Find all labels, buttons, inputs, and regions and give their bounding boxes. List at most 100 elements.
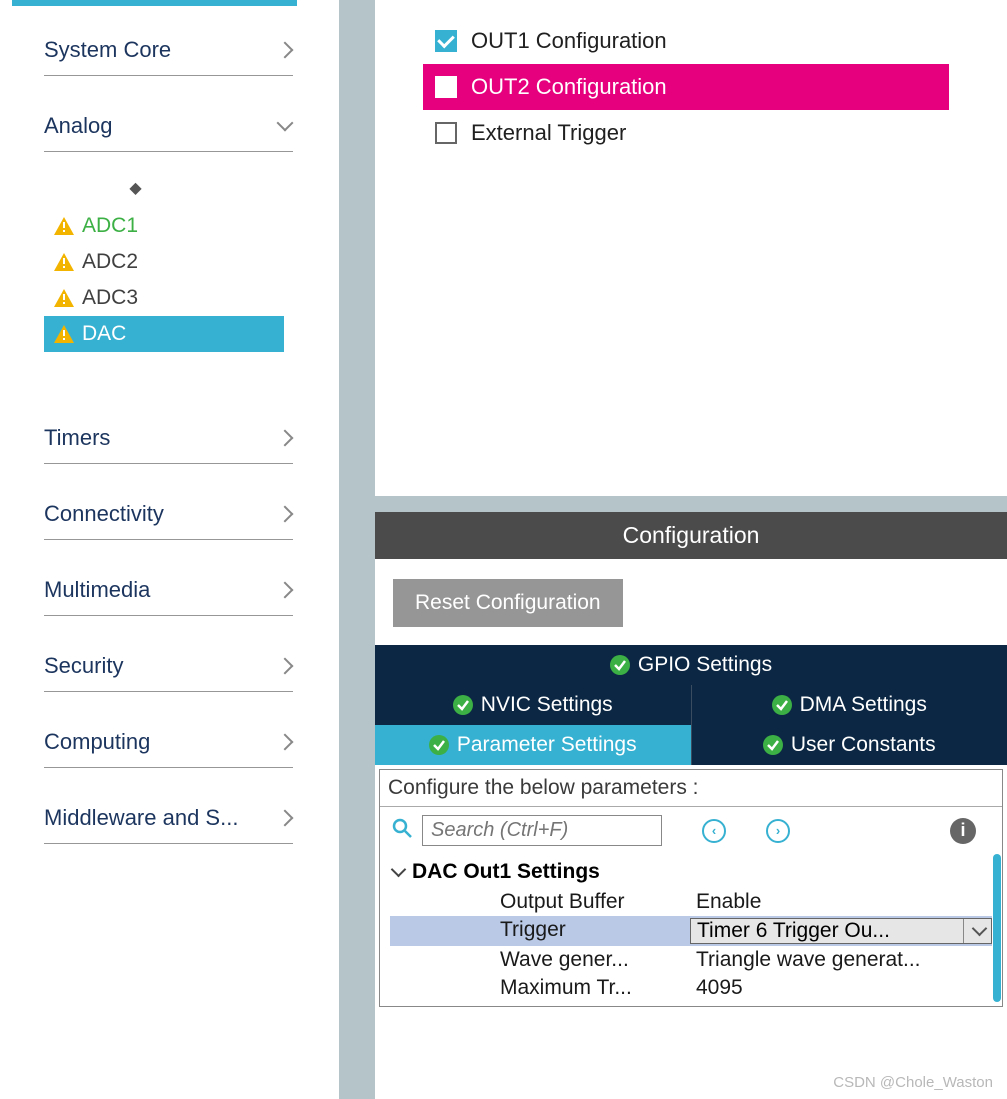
sidebar-resize-handle[interactable] [339,0,357,1099]
category-connectivity[interactable]: Connectivity [44,488,293,540]
check-circle-icon [429,735,449,755]
mode-label: OUT2 Configuration [471,74,667,100]
category-timers[interactable]: Timers [44,412,293,464]
checkbox-icon[interactable] [435,122,457,144]
tab-label: User Constants [791,733,936,757]
category-label: Security [44,653,123,679]
param-wave-generation[interactable]: Wave gener... Triangle wave generat... [390,946,992,974]
next-button[interactable]: › [766,819,790,843]
mode-out2-configuration[interactable]: OUT2 Configuration [423,64,949,110]
category-label: Timers [44,425,110,451]
category-middleware[interactable]: Middleware and S... [44,792,293,844]
chevron-right-icon [279,659,293,673]
watermark: CSDN @Chole_Waston [833,1074,993,1091]
analog-item-dac[interactable]: DAC [44,316,284,352]
sort-icon[interactable]: ◆ [44,178,357,208]
chevron-right-icon [279,431,293,445]
tab-dma-settings[interactable]: DMA Settings [692,685,1007,725]
analog-subtree: ◆ ADC1 ADC2 ADC3 DAC [0,152,357,388]
category-label: Computing [44,729,150,755]
warning-icon [54,325,74,343]
prev-button[interactable]: ‹ [702,819,726,843]
warning-icon [54,289,74,307]
category-security[interactable]: Security [44,640,293,692]
param-value: Enable [690,890,992,914]
mode-out1-configuration[interactable]: OUT1 Configuration [423,18,949,64]
chevron-right-icon [279,507,293,521]
warning-icon [54,217,74,235]
analog-item-adc2[interactable]: ADC2 [44,244,357,280]
tab-label: GPIO Settings [638,653,772,677]
param-label: Wave gener... [500,948,690,972]
param-output-buffer[interactable]: Output Buffer Enable [390,888,992,916]
parameter-instruction: Configure the below parameters : [380,770,1002,807]
tab-gpio-settings[interactable]: GPIO Settings [375,645,1007,685]
scrollbar[interactable] [993,854,1001,1002]
tab-user-constants[interactable]: User Constants [692,725,1007,765]
chevron-down-icon [963,919,985,943]
param-value: 4095 [690,976,992,1000]
search-row: ‹ › i [380,807,1002,854]
main-panel: OUT1 Configuration OUT2 Configuration Ex… [375,0,1007,1099]
tabs: GPIO Settings NVIC Settings DMA Settings… [375,645,1007,765]
parameter-tree: DAC Out1 Settings Output Buffer Enable T… [380,854,1002,1002]
checkbox-icon[interactable] [435,30,457,52]
param-value: Triangle wave generat... [690,948,992,972]
search-icon[interactable] [392,818,412,844]
check-circle-icon [453,695,473,715]
chevron-right-icon [279,43,293,57]
check-circle-icon [763,735,783,755]
warning-icon [54,253,74,271]
mode-label: OUT1 Configuration [471,28,667,54]
configuration-panel: Configuration Reset Configuration GPIO S… [375,512,1007,1007]
category-label: System Core [44,37,171,63]
search-input[interactable] [422,815,662,846]
analog-item-label: ADC1 [82,214,138,238]
chevron-down-icon [279,119,293,133]
tab-label: NVIC Settings [481,693,613,717]
info-icon[interactable]: i [950,818,976,844]
tab-label: Parameter Settings [457,733,637,757]
category-label: Analog [44,113,113,139]
tab-label: DMA Settings [800,693,927,717]
sidebar: System Core Analog ◆ ADC1 ADC2 ADC3 DAC [0,0,357,1099]
section-dac-out1-settings[interactable]: DAC Out1 Settings [390,856,992,888]
param-maximum-triangle[interactable]: Maximum Tr... 4095 [390,974,992,1002]
check-circle-icon [610,655,630,675]
configuration-header: Configuration [375,512,1007,559]
analog-item-adc1[interactable]: ADC1 [44,208,357,244]
param-trigger[interactable]: Trigger Timer 6 Trigger Ou... [390,916,992,946]
category-computing[interactable]: Computing [44,716,293,768]
analog-item-label: ADC3 [82,286,138,310]
parameter-box: Configure the below parameters : ‹ › i D… [379,769,1003,1007]
tab-nvic-settings[interactable]: NVIC Settings [375,685,692,725]
analog-item-label: DAC [82,322,126,346]
param-label: Trigger [500,918,690,944]
chevron-right-icon [279,735,293,749]
sidebar-accent-bar [12,0,297,6]
mode-list: OUT1 Configuration OUT2 Configuration Ex… [375,0,1007,156]
trigger-dropdown[interactable]: Timer 6 Trigger Ou... [690,918,992,944]
chevron-right-icon [279,811,293,825]
category-label: Middleware and S... [44,805,238,831]
category-label: Connectivity [44,501,164,527]
analog-item-adc3[interactable]: ADC3 [44,280,357,316]
mode-external-trigger[interactable]: External Trigger [423,110,949,156]
category-system-core[interactable]: System Core [44,24,293,76]
check-circle-icon [772,695,792,715]
category-multimedia[interactable]: Multimedia [44,564,293,616]
param-label: Output Buffer [500,890,690,914]
checkbox-icon[interactable] [435,76,457,98]
analog-item-label: ADC2 [82,250,138,274]
mode-label: External Trigger [471,120,626,146]
param-value: Timer 6 Trigger Ou... [697,919,890,943]
tab-parameter-settings[interactable]: Parameter Settings [375,725,692,765]
section-title: DAC Out1 Settings [412,860,600,884]
chevron-right-icon [279,583,293,597]
reset-configuration-button[interactable]: Reset Configuration [393,579,623,627]
chevron-down-icon [390,860,406,884]
category-label: Multimedia [44,577,150,603]
category-analog[interactable]: Analog [44,100,293,152]
panel-divider[interactable] [375,496,1007,512]
param-label: Maximum Tr... [500,976,690,1000]
